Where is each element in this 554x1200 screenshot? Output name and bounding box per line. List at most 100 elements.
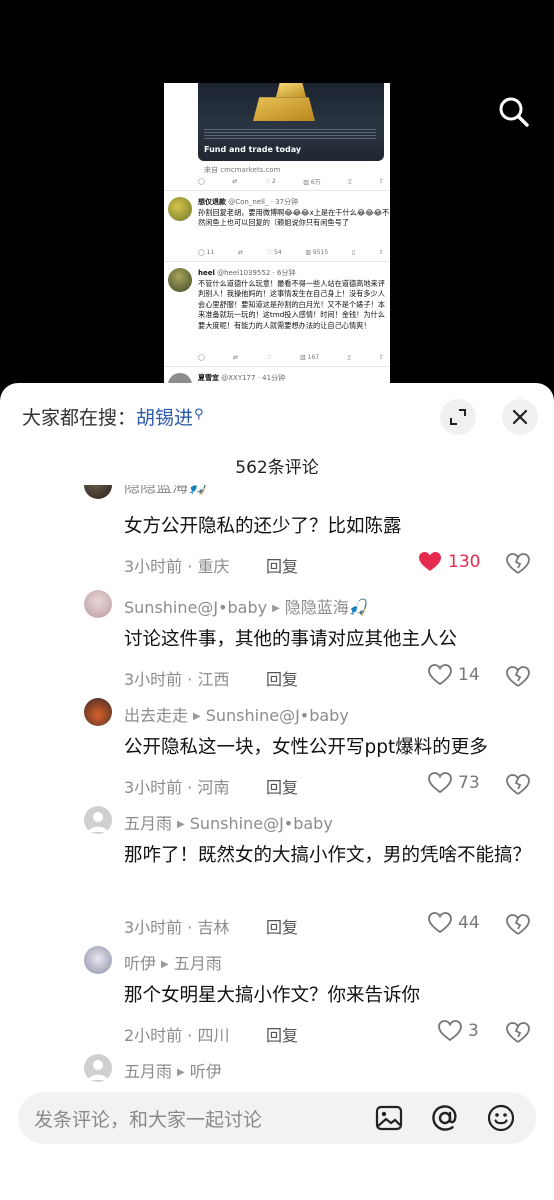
comment-text[interactable]: 女方公开隐私的还少了？比如陈露	[124, 511, 534, 543]
reply-button[interactable]: 回复	[266, 666, 298, 690]
like-count: 130	[448, 552, 481, 572]
share-icon: ⇪	[378, 248, 384, 256]
comment-text[interactable]: 那咋了！既然女的大搞小作文，男的凭啥不能搞？	[124, 840, 534, 872]
like-count: 3	[468, 1021, 479, 1041]
like-button[interactable]: 130	[418, 551, 480, 573]
bookmark-icon: ▯	[351, 248, 356, 256]
like-count: 73	[458, 773, 480, 793]
close-icon	[512, 409, 528, 425]
reply-arrow-icon: ▶	[193, 711, 201, 722]
comment-text[interactable]: 那个女明星大搞小作文？你来告诉你	[124, 980, 534, 1012]
avatar[interactable]	[84, 590, 112, 618]
reply-to-username[interactable]: Sunshine@J•baby	[190, 814, 333, 833]
dislike-heart-icon[interactable]	[506, 914, 530, 936]
embedded-post: 想仅退款 @Con_nell_ · 37分钟 孙割回复老胡，要用微博啊😂😂😂x上…	[168, 197, 390, 229]
avatar[interactable]	[84, 946, 112, 974]
reply-to-username[interactable]: Sunshine@J•baby	[206, 706, 349, 725]
reply-arrow-icon: ▶	[161, 959, 169, 970]
comment-username[interactable]: 出去走走	[124, 706, 188, 725]
post-time: 6分钟	[276, 269, 296, 277]
comment-icon: ◯	[198, 177, 205, 185]
post-text: 孙割回复老胡，要用微博啊😂😂😂x上是在干什么😂😂😂不然闲鱼上也可以回复的（赖姐说…	[198, 207, 390, 228]
reply-button[interactable]: 回复	[266, 553, 298, 577]
post-author: 想仅退款	[198, 198, 226, 206]
expand-button[interactable]	[440, 399, 476, 435]
views-icon: ▥	[303, 178, 309, 186]
reply-to-username[interactable]: 隐隐蓝海🎣	[285, 598, 369, 617]
search-icon[interactable]	[496, 94, 532, 130]
avatar	[168, 197, 192, 221]
comment-time-location: 3小时前 · 河南	[124, 778, 230, 797]
video-area[interactable]: Fund and trade today 来自 cmcmarkets.com ◯…	[0, 0, 554, 400]
comment-count: 562条评论	[235, 458, 319, 478]
post-text: 不管什么道德什么玩意！最看不得一些人站在道德高地来评判别人！我操他妈的！这事情发…	[198, 278, 385, 330]
at-icon[interactable]	[430, 1103, 460, 1133]
comment-username[interactable]: 五月雨	[124, 814, 172, 833]
reply-to-username[interactable]: 听伊	[190, 1062, 222, 1081]
avatar[interactable]	[84, 485, 112, 499]
repost-icon: ⇄	[232, 177, 238, 185]
comment-meta: 出去走走 ▶ Sunshine@J•baby	[124, 702, 349, 726]
post-handle: @heel1039552	[217, 269, 271, 277]
comment-text[interactable]: 公开隐私这一块，女性公开写ppt爆料的更多	[124, 732, 534, 764]
dislike-heart-icon[interactable]	[506, 553, 530, 575]
post-action-row: ◯ 11 ⇄ ♡ 54 ▥ 9515 ▯ ⇪	[198, 248, 384, 256]
like-button[interactable]: 3	[438, 1020, 479, 1042]
embedded-post: 夏雪宜 @XXY177 · 41分钟	[168, 373, 390, 388]
expand-icon	[450, 409, 466, 425]
like-count: 14	[458, 665, 480, 685]
comment-input[interactable]: 发条评论，和大家一起讨论	[18, 1092, 536, 1144]
reply-button[interactable]: 回复	[266, 914, 298, 938]
post-handle: @Con_nell_	[228, 198, 269, 206]
like-icon: ♡	[266, 353, 272, 361]
comment-meta: 五月雨 ▶ 听伊	[124, 1058, 222, 1082]
like-count: 44	[458, 913, 480, 933]
comment-username[interactable]: 隐隐蓝海🎣	[124, 485, 208, 497]
dislike-heart-icon[interactable]	[506, 666, 530, 688]
dislike-heart-icon[interactable]	[506, 1022, 530, 1044]
emoji-icon[interactable]	[486, 1103, 516, 1133]
avatar[interactable]	[84, 698, 112, 726]
trending-search-prefix: 大家都在搜：	[22, 407, 137, 429]
reply-button[interactable]: 回复	[266, 1022, 298, 1046]
comment-text[interactable]: 讨论这件事，其他的事请对应其他主人公	[124, 624, 534, 656]
ad-like-count: 2	[272, 177, 276, 185]
comment-meta: 听伊 ▶ 五月雨	[124, 950, 222, 974]
trending-search[interactable]: 大家都在搜：胡锡进⚲	[22, 403, 204, 430]
reply-arrow-icon: ▶	[177, 819, 185, 830]
like-button[interactable]: 73	[428, 772, 480, 794]
ad-image: Fund and trade today	[198, 83, 384, 161]
avatar[interactable]	[84, 1054, 112, 1082]
reply-button[interactable]: 回复	[266, 774, 298, 798]
bookmark-icon: ▯	[348, 177, 352, 185]
repost-icon: ⇄	[233, 353, 239, 361]
heart-icon	[428, 772, 452, 794]
dislike-heart-icon[interactable]	[506, 774, 530, 796]
heart-icon	[428, 912, 452, 934]
like-icon: ♡	[264, 177, 271, 185]
view-count: 167	[307, 353, 320, 361]
close-button[interactable]	[502, 399, 538, 435]
image-icon[interactable]	[374, 1103, 404, 1133]
comment-list[interactable]: 隐隐蓝海🎣 女方公开隐私的还少了？比如陈露 3小时前 · 重庆 回复 130 S…	[0, 485, 554, 1085]
comment-username[interactable]: 五月雨	[124, 1062, 172, 1081]
heart-icon	[428, 664, 452, 686]
comment-username[interactable]: Sunshine@J•baby	[124, 598, 267, 617]
like-button[interactable]: 44	[428, 912, 480, 934]
reply-icon: ◯	[198, 353, 205, 361]
ad-fine-print	[204, 129, 376, 141]
embedded-post-screenshot: Fund and trade today 来自 cmcmarkets.com ◯…	[164, 83, 390, 388]
post-time: 41分钟	[262, 374, 286, 382]
trending-search-term[interactable]: 胡锡进	[136, 407, 193, 429]
ad-view-count: 6万	[310, 178, 321, 186]
reply-to-username[interactable]: 五月雨	[174, 954, 222, 973]
like-button[interactable]: 14	[428, 664, 480, 686]
default-avatar-icon	[88, 812, 108, 832]
comment-input-placeholder: 发条评论，和大家一起讨论	[34, 1109, 263, 1131]
repost-icon: ⇄	[237, 248, 243, 256]
share-icon: ⇪	[378, 353, 384, 361]
heart-icon	[419, 552, 441, 571]
avatar[interactable]	[84, 806, 112, 834]
comment-username[interactable]: 听伊	[124, 954, 156, 973]
bookmark-icon: ▯	[347, 353, 351, 361]
